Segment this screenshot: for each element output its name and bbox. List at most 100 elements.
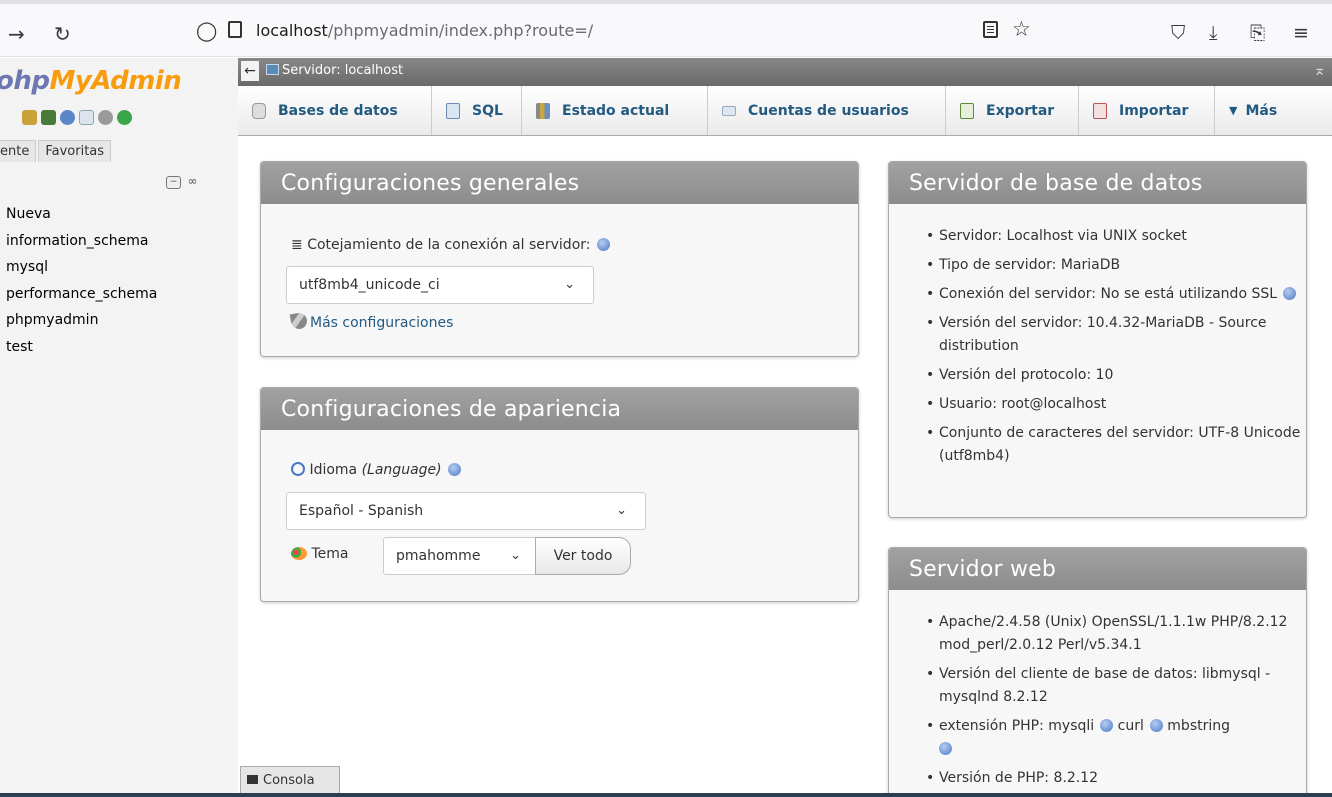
- import-icon: [1093, 102, 1107, 119]
- bookmark-star-icon[interactable]: ☆: [1012, 17, 1031, 41]
- list-item: Versión del servidor: 10.4.32-MariaDB - …: [926, 312, 1306, 358]
- scroll-top-icon[interactable]: ⌅: [1313, 61, 1326, 79]
- general-settings-title: Configuraciones generales: [261, 162, 858, 204]
- language-select[interactable]: Español - Spanish ⌄: [286, 492, 646, 530]
- tab-databases[interactable]: Bases de datos: [238, 86, 432, 135]
- view-all-themes-button[interactable]: Ver todo: [535, 537, 631, 575]
- caret-down-icon: ▼: [1229, 104, 1238, 117]
- link-icon[interactable]: ∞: [185, 175, 200, 189]
- tab-status[interactable]: Estado actual: [522, 86, 708, 135]
- server-icon: [266, 64, 279, 75]
- sidebar-quick-icons: [22, 110, 132, 125]
- tab-recent[interactable]: ente: [0, 140, 37, 162]
- status-icon: [536, 102, 550, 119]
- tracking-shield-icon[interactable]: ◯: [196, 20, 217, 42]
- tree-controls: − ∞: [166, 175, 200, 189]
- list-item: extensión PHP: mysqli curl mbstring: [926, 715, 1306, 761]
- database-server-title: Servidor de base de datos: [889, 162, 1306, 204]
- server-breadcrumb-bar: ← Servidor: localhost ⌅: [238, 58, 1332, 86]
- help-icon[interactable]: [596, 238, 610, 251]
- collation-label: ≣ Cotejamiento de la conexión al servido…: [291, 237, 610, 253]
- list-item: Versión del cliente de base de datos: li…: [926, 663, 1306, 709]
- console-toggle[interactable]: Consola: [240, 766, 340, 794]
- reader-view-icon[interactable]: [983, 21, 998, 38]
- theme-palette-icon: [291, 547, 307, 560]
- database-tree: Nueva information_schema mysql performan…: [6, 201, 157, 360]
- list-item: Conjunto de caracteres del servidor: UTF…: [926, 422, 1306, 468]
- sql-icon: [446, 102, 460, 119]
- theme-label: Tema: [291, 546, 348, 562]
- collation-select[interactable]: utf8mb4_unicode_ci ⌄: [286, 266, 594, 304]
- list-item: Apache/2.4.58 (Unix) OpenSSL/1.1.1w PHP/…: [926, 611, 1306, 657]
- extensions-icon[interactable]: ⎘: [1250, 22, 1265, 44]
- wrench-icon: [289, 311, 309, 331]
- home-icon[interactable]: [22, 110, 37, 125]
- web-server-title: Servidor web: [889, 548, 1306, 590]
- db-item-test[interactable]: test: [6, 334, 157, 361]
- url-text[interactable]: localhost/phpmyadmin/index.php?route=/: [256, 21, 593, 40]
- reload-icon[interactable]: ↻: [54, 22, 71, 46]
- tab-more[interactable]: ▼ Más: [1215, 86, 1301, 135]
- logout-icon[interactable]: [41, 110, 56, 125]
- help-icon[interactable]: [1149, 719, 1163, 732]
- list-item: Usuario: root@localhost: [926, 393, 1306, 416]
- tab-export[interactable]: Exportar: [946, 86, 1079, 135]
- db-item-new[interactable]: Nueva: [6, 201, 157, 228]
- help-icon[interactable]: [447, 463, 461, 476]
- tab-sql[interactable]: SQL: [432, 86, 522, 135]
- db-item-mysql[interactable]: mysql: [6, 254, 157, 281]
- chevron-down-icon: ⌄: [510, 548, 521, 563]
- general-settings-panel: Configuraciones generales ≣ Cotejamiento…: [260, 161, 859, 357]
- list-item: Conexión del servidor: No se está utiliz…: [926, 283, 1306, 306]
- tab-favorites[interactable]: Favoritas: [38, 140, 112, 162]
- language-icon: [291, 462, 305, 476]
- phpmyadmin-logo[interactable]: ohpMyAdmin: [0, 66, 182, 96]
- collapse-all-icon[interactable]: −: [166, 176, 181, 189]
- list-item: Versión de PHP: 8.2.12: [926, 767, 1306, 790]
- users-icon: [722, 105, 736, 116]
- console-icon: [247, 775, 258, 784]
- download-icon[interactable]: ⤓: [1209, 22, 1217, 44]
- sidebar-tabs: ente Favoritas: [0, 140, 112, 162]
- forward-icon[interactable]: →: [8, 22, 25, 46]
- list-icon: ≣: [291, 237, 303, 253]
- database-server-info: Servidor: Localhost via UNIX socket Tipo…: [926, 225, 1306, 474]
- bottom-border: [0, 793, 1332, 797]
- chevron-down-icon: ⌄: [564, 277, 575, 292]
- help-icon[interactable]: [939, 742, 952, 755]
- db-item-performance-schema[interactable]: performance_schema: [6, 281, 157, 308]
- browser-toolbar: → ↻ ◯ localhost/phpmyadmin/index.php?rou…: [0, 0, 1332, 57]
- database-icon: [252, 102, 266, 119]
- list-item: Versión del protocolo: 10: [926, 364, 1306, 387]
- navigation-sidebar: ohpMyAdmin ente Favoritas − ∞ Nueva info…: [0, 58, 238, 797]
- database-server-panel: Servidor de base de datos Servidor: Loca…: [888, 161, 1307, 518]
- tab-import[interactable]: Importar: [1079, 86, 1215, 135]
- db-item-information-schema[interactable]: information_schema: [6, 228, 157, 255]
- list-item: Tipo de servidor: MariaDB: [926, 254, 1306, 277]
- breadcrumb-server[interactable]: Servidor: localhost: [266, 63, 403, 78]
- appearance-settings-title: Configuraciones de apariencia: [261, 388, 858, 430]
- reload-nav-icon[interactable]: [117, 110, 132, 125]
- chevron-down-icon: ⌄: [616, 503, 627, 518]
- pocket-icon[interactable]: ⛉: [1171, 22, 1185, 44]
- language-label: Idioma (Language): [291, 462, 461, 478]
- page-info-icon[interactable]: [228, 21, 242, 38]
- collapse-sidebar-icon[interactable]: ←: [241, 61, 259, 81]
- web-server-panel: Servidor web Apache/2.4.58 (Unix) OpenSS…: [888, 547, 1307, 797]
- db-item-phpmyadmin[interactable]: phpmyadmin: [6, 307, 157, 334]
- url-bar[interactable]: ◯ localhost/phpmyadmin/index.php?route=/…: [190, 17, 1045, 48]
- theme-select[interactable]: pmahomme ⌄: [383, 537, 536, 575]
- docs-icon[interactable]: [79, 110, 94, 125]
- help-icon[interactable]: [1283, 287, 1297, 300]
- web-server-info: Apache/2.4.58 (Unix) OpenSSL/1.1.1w PHP/…: [926, 611, 1306, 796]
- menu-icon[interactable]: ≡: [1293, 22, 1309, 44]
- list-item: Servidor: Localhost via UNIX socket: [926, 225, 1306, 248]
- more-settings-link[interactable]: Más configuraciones: [289, 311, 453, 331]
- main-menu: Bases de datos SQL Estado actual Cuentas…: [238, 86, 1332, 136]
- export-icon: [960, 102, 974, 119]
- tab-user-accounts[interactable]: Cuentas de usuarios: [708, 86, 946, 135]
- appearance-settings-panel: Configuraciones de apariencia Idioma (La…: [260, 387, 859, 602]
- help-icon[interactable]: [60, 110, 75, 125]
- settings-gear-icon[interactable]: [98, 110, 113, 125]
- help-icon[interactable]: [1100, 719, 1114, 732]
